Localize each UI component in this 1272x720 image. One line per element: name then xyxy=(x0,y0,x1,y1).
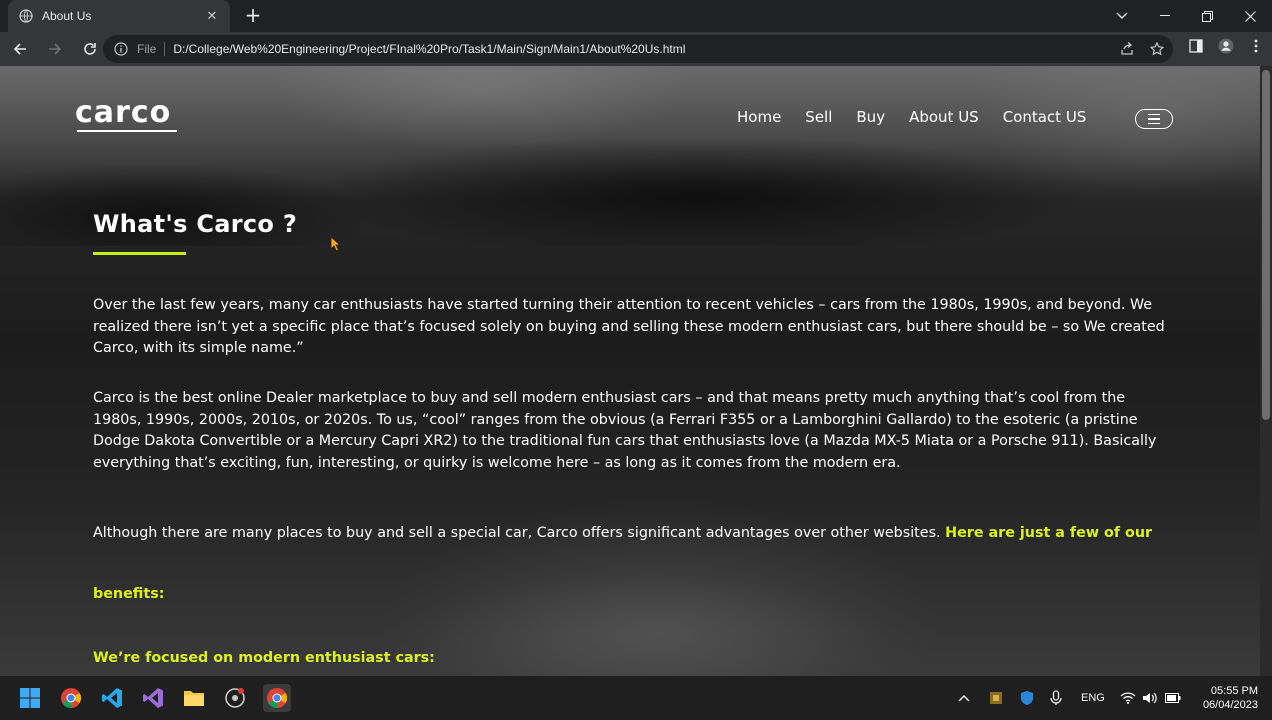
kebab-menu-icon[interactable] xyxy=(1248,38,1264,54)
site-info-icon[interactable] xyxy=(113,41,129,57)
vscode-icon[interactable] xyxy=(98,684,126,712)
profile-icon[interactable] xyxy=(1218,38,1234,54)
clock-time: 05:55 PM xyxy=(1210,685,1258,697)
paragraph-marketplace: Carco is the best online Dealer marketpl… xyxy=(93,390,1157,471)
share-icon[interactable] xyxy=(1119,41,1135,57)
tab-close-icon[interactable]: ✕ xyxy=(204,9,220,24)
battery-icon[interactable] xyxy=(1165,676,1181,720)
restore-icon[interactable] xyxy=(1186,0,1229,32)
github-desktop-icon[interactable] xyxy=(221,684,249,712)
globe-icon xyxy=(18,8,34,24)
logo-underline xyxy=(77,130,177,132)
scrollbar-thumb[interactable] xyxy=(1262,70,1270,420)
logo-text: carco xyxy=(75,94,172,130)
benefits-label: benefits: xyxy=(93,586,165,602)
paragraph-advantages: Although there are many places to buy an… xyxy=(93,523,1152,545)
about-content: What's Carco ? Over the last few years, … xyxy=(93,210,1173,666)
reload-icon[interactable] xyxy=(75,34,105,64)
page-viewport: carco Home Sell Buy About US Contact US … xyxy=(0,66,1272,676)
back-arrow-icon[interactable] xyxy=(5,34,35,64)
nav-home[interactable]: Home xyxy=(737,108,781,126)
browser-tab-about-us[interactable]: About Us ✕ xyxy=(8,0,230,32)
forward-arrow-icon[interactable] xyxy=(40,34,70,64)
language-indicator[interactable]: ENG xyxy=(1081,676,1105,720)
chrome-active-icon[interactable] xyxy=(263,684,291,712)
clock-date: 06/04/2023 xyxy=(1202,699,1258,711)
windows-taskbar: ENG 05:55 PM 06/04/2023 xyxy=(0,676,1272,720)
windows-start-icon[interactable] xyxy=(16,684,44,712)
page-title: What's Carco ? xyxy=(93,210,298,238)
new-tab-button[interactable]: + xyxy=(242,5,264,27)
nav-contact-us[interactable]: Contact US xyxy=(1003,108,1087,126)
title-underline xyxy=(93,252,186,255)
nav-sell[interactable]: Sell xyxy=(805,108,832,126)
system-clock[interactable]: 05:55 PM 06/04/2023 xyxy=(1203,684,1258,712)
browser-toolbar: File D:/College/Web%20Engineering/Projec… xyxy=(0,32,1272,66)
visual-studio-icon[interactable] xyxy=(139,684,167,712)
benefit-heading: We’re focused on modern enthusiast cars: xyxy=(93,650,435,666)
wifi-icon[interactable] xyxy=(1120,676,1136,720)
scheme-label: File xyxy=(137,42,166,56)
tray-app-icon[interactable] xyxy=(989,676,1003,720)
address-bar[interactable]: File D:/College/Web%20Engineering/Projec… xyxy=(103,35,1173,63)
tray-overflow-chevron-icon[interactable] xyxy=(958,676,970,720)
tab-search-chevron-icon[interactable] xyxy=(1100,0,1143,32)
volume-icon[interactable] xyxy=(1142,676,1158,720)
minimize-icon[interactable] xyxy=(1143,0,1186,32)
nav-buy[interactable]: Buy xyxy=(856,108,885,126)
advantages-text: Although there are many places to buy an… xyxy=(93,525,946,541)
chrome-icon[interactable] xyxy=(57,684,85,712)
url-text[interactable]: D:/College/Web%20Engineering/Project/FIn… xyxy=(173,42,685,56)
close-window-icon[interactable] xyxy=(1229,0,1272,32)
site-nav: Home Sell Buy About US Contact US xyxy=(737,108,1110,126)
bookmark-star-icon[interactable] xyxy=(1149,41,1165,57)
browser-titlebar: About Us ✕ + xyxy=(0,0,1272,32)
side-panel-icon[interactable] xyxy=(1188,38,1204,54)
microphone-icon[interactable] xyxy=(1050,676,1062,720)
defender-shield-icon[interactable] xyxy=(1020,676,1034,720)
mouse-cursor-icon xyxy=(330,236,342,256)
site-logo[interactable]: carco xyxy=(75,94,177,132)
tab-title: About Us xyxy=(42,9,92,23)
paragraph-intro: Over the last few years, many car enthus… xyxy=(93,297,1165,356)
file-explorer-icon[interactable] xyxy=(180,684,208,712)
advantages-highlight: Here are just a few of our xyxy=(945,525,1153,541)
hamburger-menu-icon[interactable] xyxy=(1135,109,1173,129)
page-scrollbar[interactable] xyxy=(1260,66,1272,676)
nav-about-us[interactable]: About US xyxy=(909,108,979,126)
